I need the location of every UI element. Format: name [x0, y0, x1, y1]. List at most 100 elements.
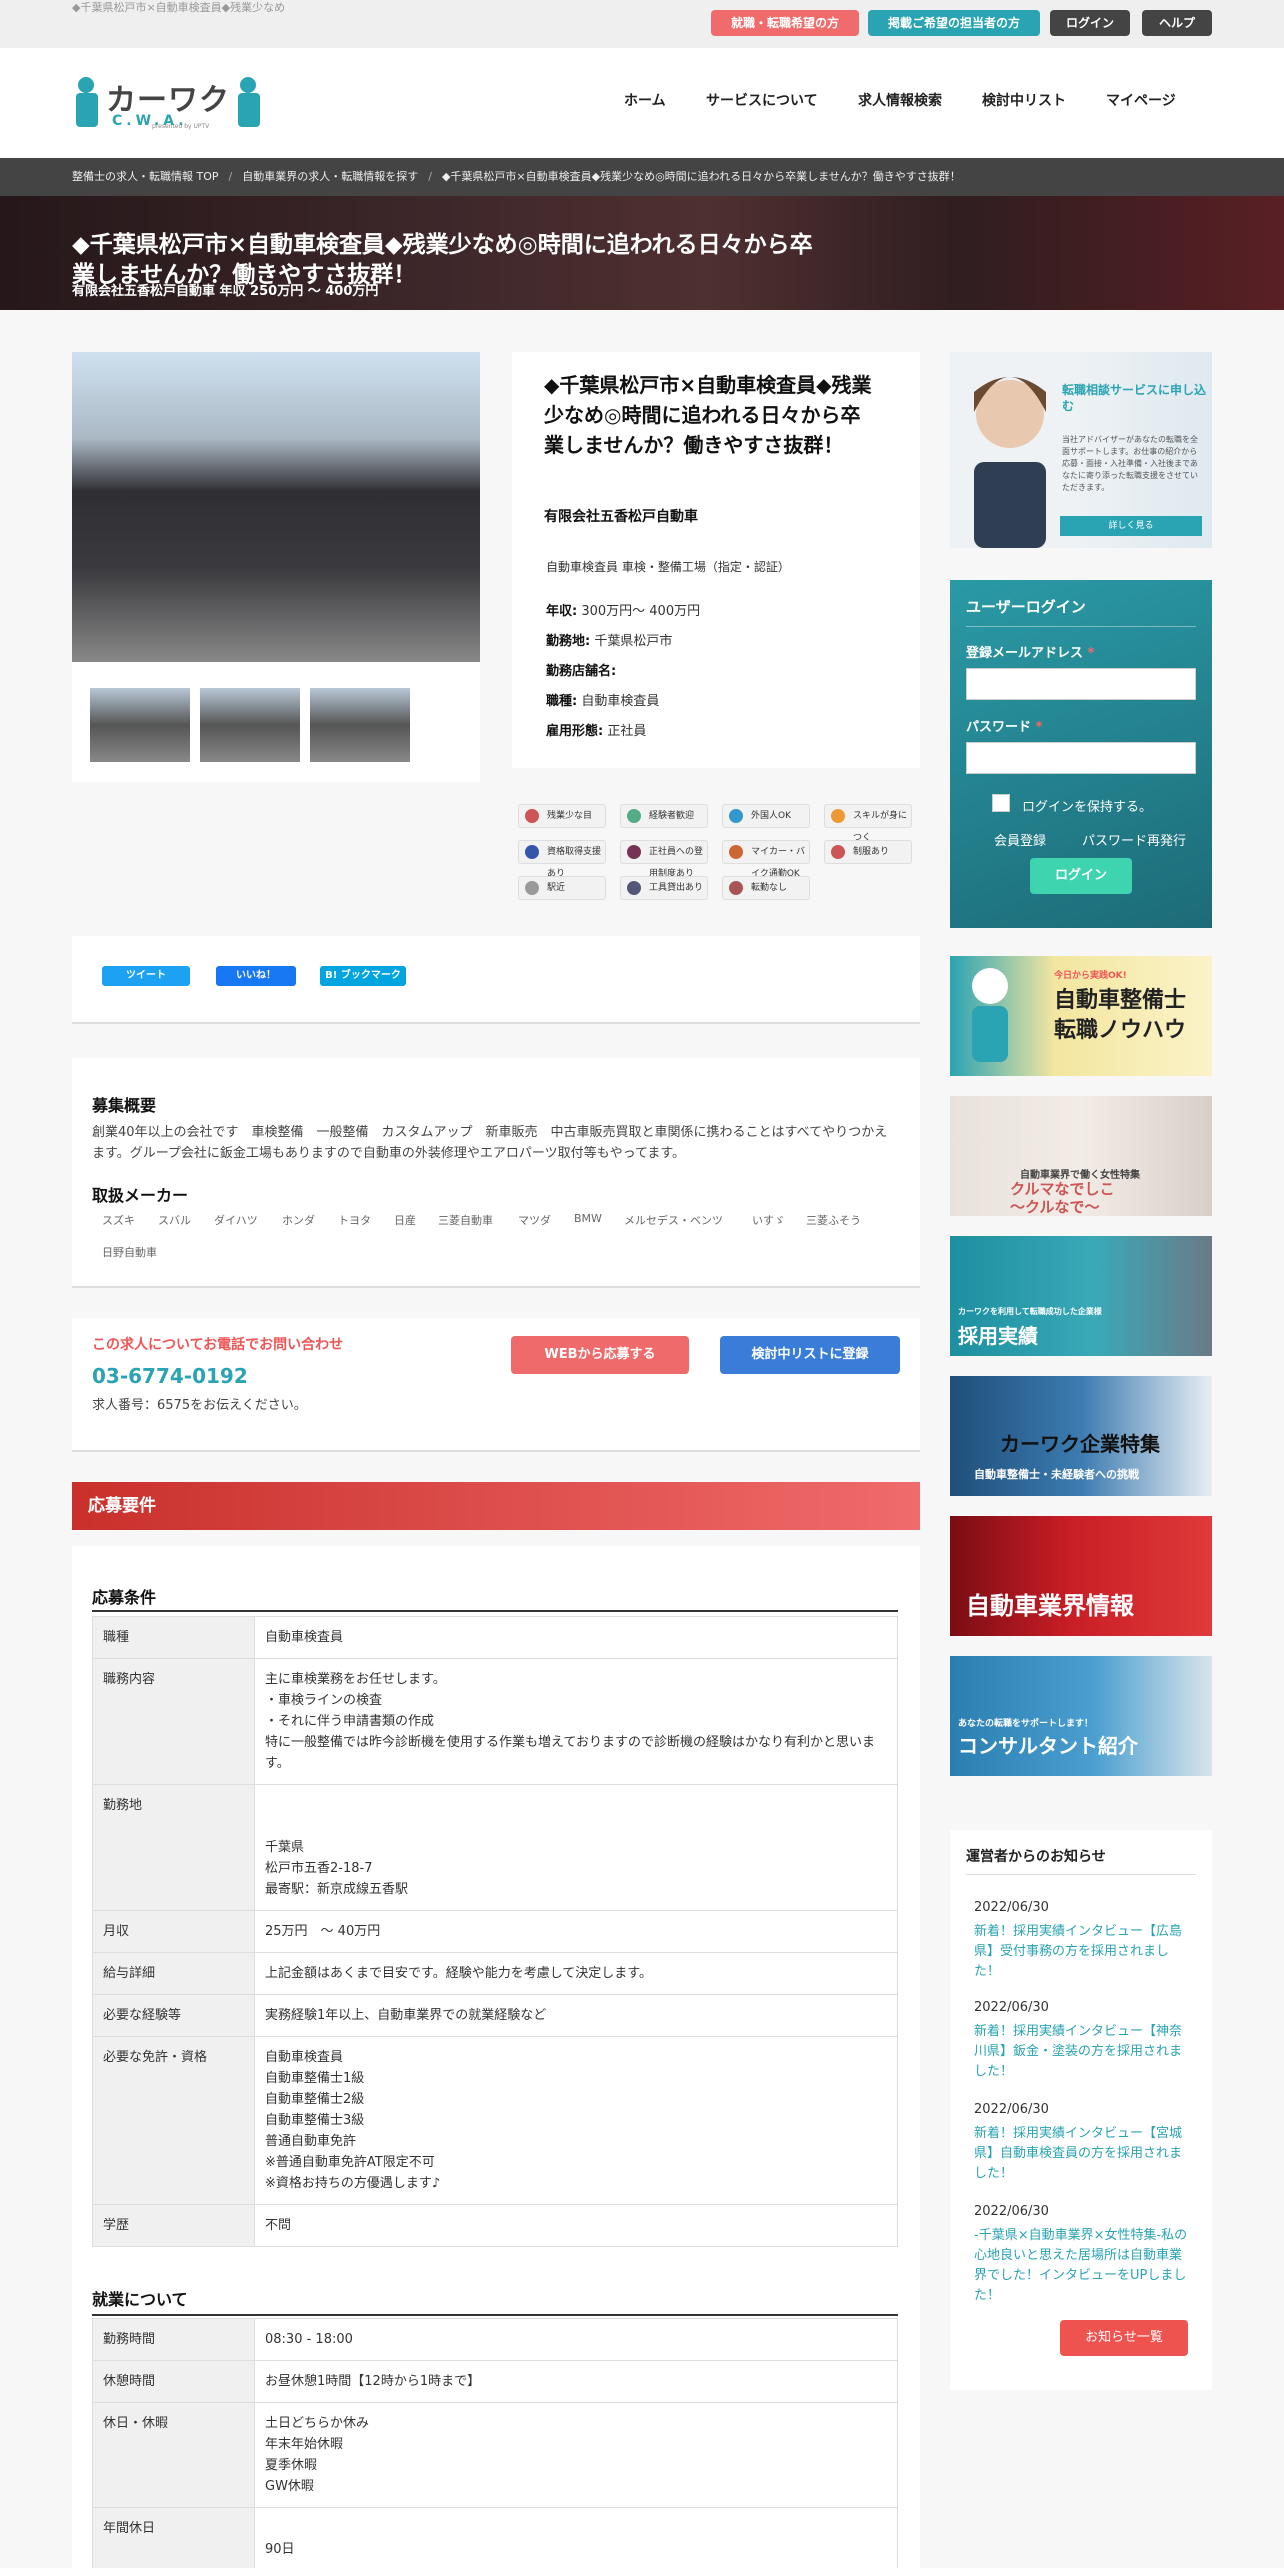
maker-daihatsu: ダイハツ — [214, 1214, 258, 1227]
summary-card — [72, 1058, 920, 1288]
table-row-value: 土日どちらか休み 年末年始休暇 夏季休暇 GW休暇 — [254, 2402, 898, 2508]
news-date: 2022/06/30 — [974, 1900, 1049, 1915]
nav-home[interactable]: ホーム — [624, 90, 666, 110]
workshop-photo[interactable] — [72, 352, 480, 662]
contact-phone[interactable]: 03-6774-0192 — [92, 1364, 248, 1388]
add-consider-list-button[interactable]: 検討中リストに登録 — [720, 1336, 900, 1374]
thumbnail-2[interactable] — [200, 688, 300, 762]
consult-banner[interactable]: 転職相談サービスに申し込む 当社アドバイザーがあなたの転職を全面サポートします。… — [950, 352, 1212, 548]
tag-regular-employee: 正社員への登用制度あり — [620, 840, 708, 879]
login-panel: ユーザーログイン 登録メールアドレス * パスワード * ログインを保持する。 … — [950, 580, 1212, 928]
banner-industry-big: 自動車業界情報 — [966, 1592, 1134, 1620]
hatena-bookmark-button[interactable]: B! ブックマーク — [320, 966, 406, 986]
share-card — [72, 936, 920, 1024]
news-link[interactable]: 新着！採用実績インタビュー【神奈川県】鈑金・塗装の方を採用されました！ — [974, 2022, 1194, 2082]
summary-text: 創業40年以上の会社です 車検整備 一般整備 カスタムアップ 新車販売 中古車販… — [92, 1125, 888, 1161]
consult-text: 当社アドバイザーがあなたの転職を全面サポートします。お仕事の紹介から応募・面接・… — [1062, 435, 1198, 492]
banner-women-small: 自動車業界で働く女性特集 — [1020, 1170, 1140, 1181]
news-link[interactable]: 新着！採用実績インタビュー【広島県】受付事務の方を採用されました！ — [974, 1922, 1194, 1982]
advisor-photo-icon — [974, 377, 1046, 548]
tag-less-overtime: 残業少な目 — [518, 804, 606, 828]
banner-industry-info[interactable]: 自動車業界情報 — [950, 1516, 1212, 1636]
news-date: 2022/06/30 — [974, 2204, 1049, 2219]
table-row-value: 実務経験1年以上、自動車業界での就業経験など — [254, 1994, 898, 2037]
password-label: パスワード * — [966, 720, 1043, 735]
maker-mazda: マツダ — [518, 1214, 551, 1227]
occupation-label: 職種: — [546, 694, 578, 709]
maker-toyota: トヨタ — [338, 1214, 371, 1227]
nav-job-search[interactable]: 求人情報検索 — [858, 90, 942, 110]
salary-label: 年収: — [546, 604, 578, 619]
site-tagline: ◆千葉県松戸市×自動車検査員◆残業少なめ — [72, 1, 286, 14]
maker-fuso: 三菱ふそう — [806, 1214, 861, 1227]
consult-title: 転職相談サービスに申し込む — [1062, 383, 1207, 413]
tweet-button[interactable]: ツイート — [102, 966, 190, 986]
table-row-value: お昼休憩1時間【12時から1時まで】 — [254, 2360, 898, 2403]
news-link[interactable]: -千葉県×自動車業界×女性特集-私の心地良いと思えた居場所は自動車業界でした！イ… — [974, 2226, 1194, 2306]
tag-experienced-welcome: 経験者歓迎 — [620, 804, 708, 828]
banner-company-small: 自動車整備士・未経験者への挑戦 — [974, 1468, 1139, 1481]
nav-service[interactable]: サービスについて — [706, 90, 818, 110]
password-input[interactable] — [966, 742, 1196, 774]
banner-knowhow-small: 今日から実践OK! — [1054, 971, 1127, 981]
banner-company-feature[interactable]: カーワク企業特集 自動車整備士・未経験者への挑戦 — [950, 1376, 1212, 1496]
maker-isuzu: いすゞ — [752, 1214, 785, 1227]
thumbnail-3[interactable] — [310, 688, 410, 762]
table-row: 職務内容 主に車検業務をお任せします。 ・車検ラインの検査 ・それに伴う申請書類の… — [92, 1658, 898, 1785]
login-button[interactable]: ログイン — [1050, 10, 1130, 36]
table-row-value: 自動車検査員 — [254, 1616, 898, 1659]
banner-women[interactable]: 自動車業界で働く女性特集 クルマなでしこ 〜クルなで〜 — [950, 1096, 1212, 1216]
register-link[interactable]: 会員登録 — [994, 830, 1046, 849]
consult-detail-button[interactable]: 詳しく見る — [1060, 516, 1202, 536]
banner-consultant[interactable]: あなたの転職をサポートします！ コンサルタント紹介 — [950, 1656, 1212, 1776]
table-row-value: 千葉県 松戸市五香2-18-7 最寄駅：新京成線五香駅 — [254, 1784, 898, 1911]
thumbnail-1[interactable] — [90, 688, 190, 762]
news-link[interactable]: 新着！採用実績インタビュー【宮城県】自動車検査員の方を採用されました！ — [974, 2124, 1194, 2184]
store-label: 勤務店舗名: — [546, 664, 617, 679]
table-row-key: 必要な経験等 — [92, 1994, 255, 2037]
banner-knowhow[interactable]: 今日から実践OK! 自動車整備士 転職ノウハウ — [950, 956, 1212, 1076]
facebook-like-button[interactable]: いいね！ — [216, 966, 296, 986]
table-row-key: 年間休日 — [92, 2507, 255, 2568]
salary-value: 300万円〜 400万円 — [581, 604, 701, 619]
nav-mypage[interactable]: マイページ — [1106, 90, 1176, 110]
breadcrumb-top[interactable]: 整備士の求人・転職情報 TOP — [72, 170, 219, 183]
location-value: 千葉県松戸市 — [594, 634, 673, 649]
news-panel: 運営者からのお知らせ 2022/06/30 新着！採用実績インタビュー【広島県】… — [950, 1830, 1212, 2390]
nav-consider-list[interactable]: 検討中リスト — [982, 90, 1066, 110]
login-submit-button[interactable]: ログイン — [1030, 858, 1132, 894]
site-logo[interactable]: カーワク C.W.A. presented by UPTV — [72, 73, 262, 135]
banner-results[interactable]: カーワクを利用して転職成功した企業様 採用実績 — [950, 1236, 1212, 1356]
breadcrumb-search[interactable]: 自動車業界の求人・転職情報を探す — [242, 170, 418, 183]
employer-button[interactable]: 掲載ご希望の担当者の方 — [868, 10, 1040, 36]
occupation-value: 自動車検査員 — [581, 694, 660, 709]
maker-suzuki: スズキ — [102, 1214, 135, 1227]
job-title: ◆千葉県松戸市×自動車検査員◆残業少なめ◎時間に追われる日々から卒業しませんか？… — [544, 373, 872, 457]
table-row: 必要な経験等 実務経験1年以上、自動車業界での就業経験など — [92, 1994, 898, 2037]
banner-consultant-small: あなたの転職をサポートします！ — [958, 1719, 1094, 1729]
table-row-value: 25万円 〜 40万円 — [254, 1910, 898, 1953]
table-row-value: 主に車検業務をお任せします。 ・車検ラインの検査 ・それに伴う申請書類の作成 特… — [254, 1658, 898, 1785]
maker-honda: ホンダ — [282, 1214, 315, 1227]
requirements-title: 応募条件 — [92, 1588, 157, 1607]
logo-presented: presented by UPTV — [152, 123, 210, 130]
remember-checkbox[interactable] — [992, 794, 1010, 812]
table-row: 月収 25万円 〜 40万円 — [92, 1910, 898, 1953]
employment-label: 雇用形態: — [546, 724, 604, 739]
table-row-key: 職種 — [92, 1616, 255, 1659]
help-button[interactable]: ヘルプ — [1142, 10, 1212, 36]
summary-title: 募集概要 — [92, 1096, 157, 1115]
news-more-button[interactable]: お知らせ一覧 — [1060, 2320, 1188, 2356]
web-apply-button[interactable]: WEBから応募する — [511, 1336, 689, 1374]
top-bar: ◆千葉県松戸市×自動車検査員◆残業少なめ 就職・転職希望の方 掲載ご希望の担当者… — [0, 0, 1284, 48]
job-category: 自動車検査員 車検・整備工場（指定・認証） — [546, 560, 790, 574]
table-row-key: 職務内容 — [92, 1658, 255, 1785]
password-reset-link[interactable]: パスワード再発行 — [1082, 830, 1186, 849]
email-input[interactable] — [966, 668, 1196, 700]
table-row-key: 給与詳細 — [92, 1952, 255, 1995]
work-title: 就業について — [92, 2290, 188, 2309]
employment-value: 正社員 — [607, 724, 647, 739]
job-seeker-button[interactable]: 就職・転職希望の方 — [711, 10, 859, 36]
banner-results-small: カーワクを利用して転職成功した企業様 — [958, 1307, 1102, 1316]
hero-banner: ◆千葉県松戸市×自動車検査員◆残業少なめ◎時間に追われる日々から卒業しませんか？… — [0, 196, 1284, 310]
